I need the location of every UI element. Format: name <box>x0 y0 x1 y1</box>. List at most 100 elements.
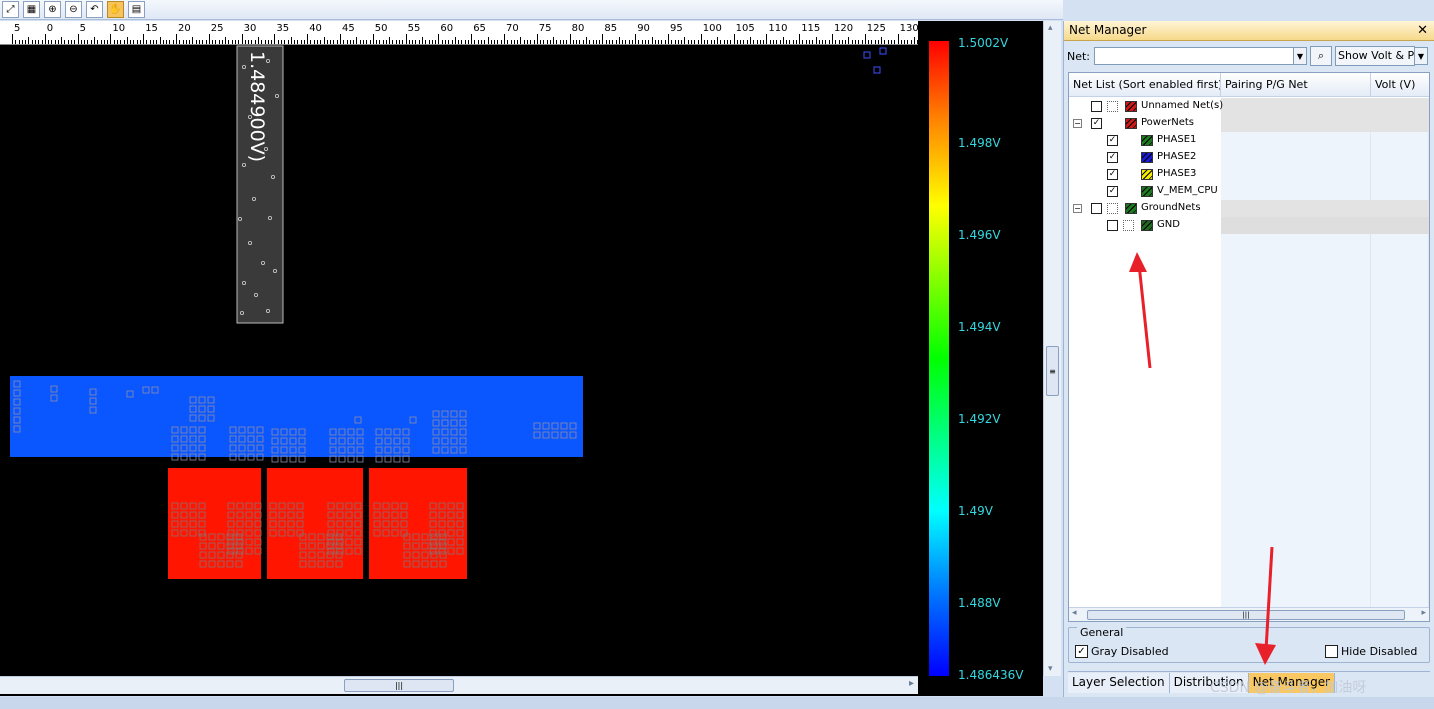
column-header-net-list[interactable]: Net List (Sort enabled first) <box>1069 73 1221 97</box>
net-row[interactable]: ✓ V_MEM_CPU <box>1069 183 1429 200</box>
volt-cell[interactable] <box>1371 115 1429 132</box>
net-enable-checkbox[interactable]: ✓ <box>1091 118 1102 129</box>
show-select[interactable]: Show Volt & P/G <box>1335 46 1415 66</box>
net-list-grid: Net List (Sort enabled first) Pairing P/… <box>1068 72 1430 622</box>
net-row[interactable]: ✓ PHASE2 <box>1069 149 1429 166</box>
hide-disabled-checkbox[interactable] <box>1325 645 1338 658</box>
chevron-down-icon[interactable]: ▼ <box>1414 47 1428 65</box>
zoom-previous-icon[interactable]: ↶ <box>86 1 103 18</box>
net-row[interactable]: ✓ PHASE3 <box>1069 166 1429 183</box>
net-color-swatch[interactable] <box>1125 101 1137 112</box>
net-enable-checkbox[interactable] <box>1091 101 1102 112</box>
gray-disabled-checkbox[interactable]: ✓ <box>1075 645 1088 658</box>
pairing-cell[interactable] <box>1221 98 1371 115</box>
gray-disabled-option[interactable]: ✓ Gray Disabled <box>1075 645 1169 658</box>
collapse-icon[interactable]: − <box>1073 119 1082 128</box>
panel-title: Net Manager <box>1069 23 1147 37</box>
net-color-swatch[interactable] <box>1125 203 1137 214</box>
probe-voltage-label: 1.484900V) <box>246 51 268 162</box>
net-name: GroundNets <box>1141 202 1201 213</box>
color-scale-bar <box>929 41 949 676</box>
volt-cell[interactable] <box>1371 183 1429 200</box>
scrollbar-thumb[interactable]: ≡ <box>1046 346 1059 396</box>
zoom-region-icon[interactable]: ▦ <box>23 1 40 18</box>
pairing-cell[interactable] <box>1221 200 1371 217</box>
net-color-swatch[interactable] <box>1125 118 1137 129</box>
gray-disabled-label: Gray Disabled <box>1091 645 1169 658</box>
zoom-out-icon[interactable]: ⊖ <box>65 1 82 18</box>
layout-viewport[interactable]: 5 0 5 10 15 20 25 30 35 40 45 50 55 60 65 70 75 80 85 90 95 1… <box>0 21 918 696</box>
volt-cell[interactable] <box>1371 200 1429 217</box>
volt-cell[interactable] <box>1371 132 1429 149</box>
general-group: General ✓ Gray Disabled Hide Disabled <box>1068 626 1430 663</box>
net-color-swatch[interactable] <box>1141 186 1153 197</box>
close-icon[interactable]: ✕ <box>1417 21 1428 40</box>
toolbar: ⤢ ▦ ⊕ ⊖ ↶ ✋ ▤ <box>0 0 1063 20</box>
net-input[interactable] <box>1094 47 1294 65</box>
volt-cell[interactable] <box>1371 166 1429 183</box>
report-icon[interactable]: ▤ <box>128 1 145 18</box>
column-header-pairing[interactable]: Pairing P/G Net <box>1221 73 1371 97</box>
collapse-icon[interactable]: − <box>1073 204 1082 213</box>
net-color-swatch[interactable] <box>1141 152 1153 163</box>
pairing-cell[interactable] <box>1221 183 1371 200</box>
volt-cell[interactable] <box>1371 217 1429 234</box>
scroll-down-arrow-icon[interactable]: ▾ <box>1048 664 1053 674</box>
panel-title-bar: Net Manager ✕ <box>1064 21 1434 41</box>
pairing-cell[interactable] <box>1221 132 1371 149</box>
zoom-fit-icon[interactable]: ⤢ <box>2 1 19 18</box>
net-row[interactable]: − ✓ PowerNets <box>1069 115 1429 132</box>
net-row[interactable]: GND <box>1069 217 1429 234</box>
hide-disabled-option[interactable]: Hide Disabled <box>1325 645 1417 658</box>
voltage-canvas[interactable]: 1.484900V) <box>0 21 918 696</box>
volt-cell[interactable] <box>1371 149 1429 166</box>
net-enable-checkbox[interactable]: ✓ <box>1107 186 1118 197</box>
tab-layer-selection[interactable]: Layer Selection <box>1068 673 1170 693</box>
grid-horizontal-scrollbar[interactable]: ◂ ||| ▸ <box>1069 607 1429 621</box>
net-color-swatch[interactable] <box>1141 135 1153 146</box>
scrollbar-thumb[interactable]: ||| <box>344 679 454 692</box>
chevron-down-icon[interactable]: ▼ <box>1293 47 1307 65</box>
pairing-cell[interactable] <box>1221 149 1371 166</box>
net-row[interactable]: − GroundNets <box>1069 200 1429 217</box>
legend-label: 1.492V <box>958 412 1001 426</box>
search-icon[interactable]: ⌕ <box>1310 46 1332 66</box>
column-header-volt[interactable]: Volt (V) <box>1371 73 1429 97</box>
hot-plane-1 <box>168 468 261 579</box>
net-enable-checkbox[interactable] <box>1107 220 1118 231</box>
pairing-cell[interactable] <box>1221 166 1371 183</box>
net-enable-checkbox[interactable]: ✓ <box>1107 169 1118 180</box>
net-row[interactable]: Unnamed Net(s) <box>1069 98 1429 115</box>
net-name: Unnamed Net(s) <box>1141 100 1224 111</box>
scroll-right-arrow-icon[interactable]: ▸ <box>1421 608 1426 618</box>
scroll-left-arrow-icon[interactable]: ◂ <box>1072 608 1077 618</box>
net-enable-checkbox[interactable] <box>1091 203 1102 214</box>
panel-vertical-scrollbar[interactable]: ▴ ≡ ▾ <box>1043 21 1061 676</box>
visibility-toggle-icon[interactable] <box>1107 203 1118 214</box>
scroll-right-arrow-icon[interactable]: ▸ <box>909 678 914 689</box>
canvas-horizontal-scrollbar[interactable]: ||| ▸ <box>0 676 918 694</box>
pan-icon[interactable]: ✋ <box>107 1 124 18</box>
group-label: General <box>1077 626 1127 639</box>
net-name: GND <box>1157 219 1180 230</box>
pairing-cell[interactable] <box>1221 115 1371 132</box>
net-enable-checkbox[interactable]: ✓ <box>1107 135 1118 146</box>
scrollbar-thumb[interactable]: ||| <box>1087 610 1405 620</box>
net-manager-panel: Net Manager ✕ Net: ▼ ⌕ Show Volt & P/G ▼… <box>1063 21 1434 697</box>
legend-label: 1.49V <box>958 504 993 518</box>
pairing-cell[interactable] <box>1221 217 1371 234</box>
volt-cell[interactable] <box>1371 98 1429 115</box>
scroll-up-arrow-icon[interactable]: ▴ <box>1048 23 1053 33</box>
visibility-toggle-icon[interactable] <box>1123 220 1134 231</box>
net-color-swatch[interactable] <box>1141 169 1153 180</box>
net-row[interactable]: ✓ PHASE1 <box>1069 132 1429 149</box>
visibility-toggle-icon[interactable] <box>1107 101 1118 112</box>
net-color-swatch[interactable] <box>1141 220 1153 231</box>
net-name: V_MEM_CPU <box>1157 185 1218 196</box>
marker <box>873 66 881 74</box>
net-enable-checkbox[interactable]: ✓ <box>1107 152 1118 163</box>
grid-header: Net List (Sort enabled first) Pairing P/… <box>1069 73 1429 97</box>
zoom-in-icon[interactable]: ⊕ <box>44 1 61 18</box>
legend-label: 1.488V <box>958 596 1001 610</box>
net-name: PHASE3 <box>1157 168 1197 179</box>
